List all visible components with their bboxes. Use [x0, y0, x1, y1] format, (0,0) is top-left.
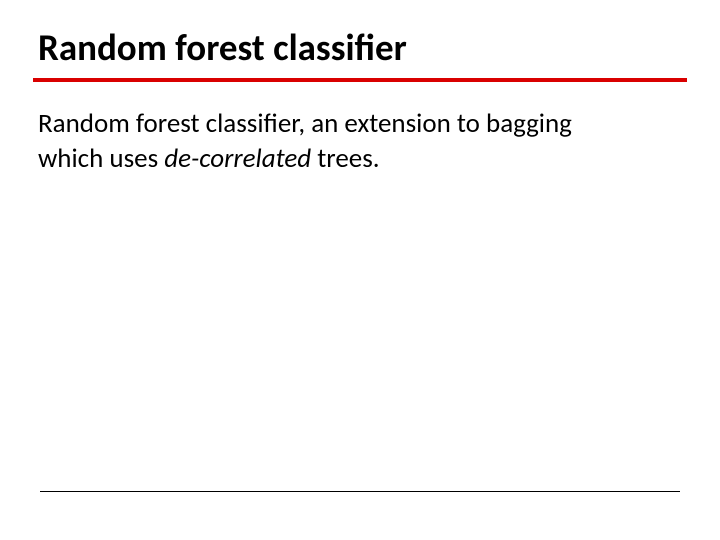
body-italic: de-correlated — [164, 142, 311, 175]
slide-container: Random forest classifier Random forest c… — [0, 0, 720, 540]
title-underline — [33, 78, 687, 82]
body-part2: trees. — [311, 142, 379, 175]
bottom-divider — [40, 491, 680, 492]
slide-body: Random forest classifier, an extension t… — [38, 106, 682, 176]
slide-title: Random forest classifier — [38, 26, 682, 78]
